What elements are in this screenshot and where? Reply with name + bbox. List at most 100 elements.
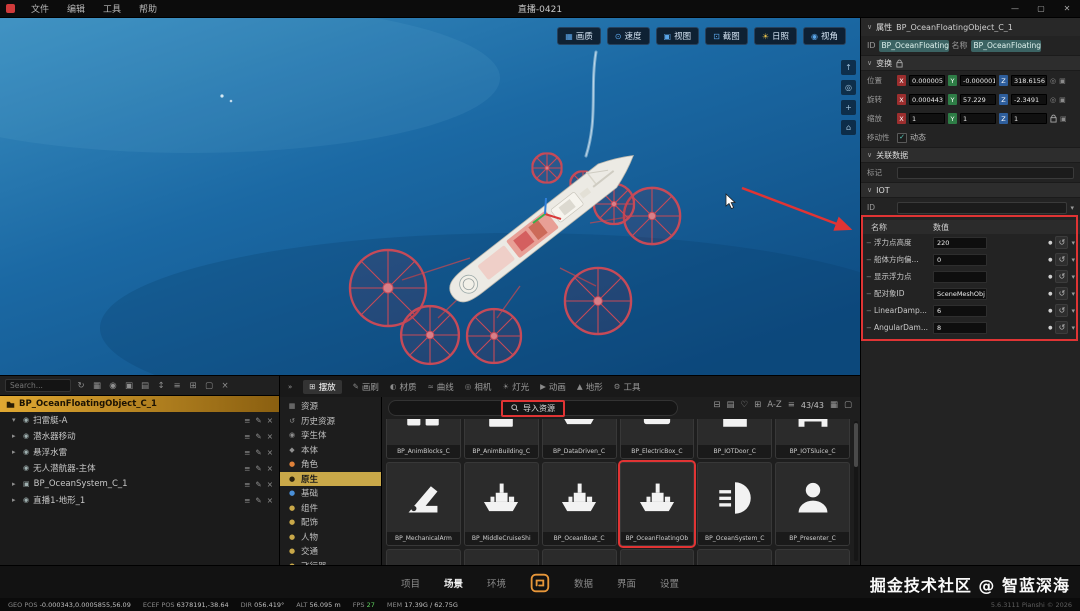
camera-icon[interactable]: ◎	[1050, 96, 1056, 104]
list-item[interactable]: ▸ ◉ 潜水器移动 ≡ ✎ ×	[0, 428, 279, 444]
list-icon[interactable]: ≡	[244, 480, 250, 489]
scrollbar[interactable]	[854, 421, 858, 561]
scale-y-field[interactable]: 1	[960, 113, 996, 124]
speed-button[interactable]: ⊙ 速度	[606, 27, 650, 45]
menu-edit[interactable]: 编辑	[58, 0, 94, 17]
list-item[interactable]: ▸ ▣ BP_OceanSystem_C_1 ≡ ✎ ×	[0, 476, 279, 492]
nav-scene[interactable]: 场景	[444, 576, 463, 590]
tab-terrain[interactable]: ▲ 地形	[577, 381, 603, 393]
sunlight-button[interactable]: ☀ 日照	[753, 27, 797, 45]
favorite-icon[interactable]: ♡	[740, 400, 748, 410]
menu-tools[interactable]: 工具	[94, 0, 130, 17]
asset-card[interactable]	[541, 549, 617, 565]
param-value-field[interactable]: 8	[933, 321, 987, 334]
tab-camera[interactable]: ◎ 相机	[465, 381, 492, 393]
rotation-z-field[interactable]: -2.3491	[1011, 94, 1047, 105]
chevron-down-icon[interactable]: ▾	[1071, 324, 1075, 332]
asset-card[interactable]: BP_OceanSystem_C	[697, 462, 773, 546]
focus-icon[interactable]: +	[841, 100, 856, 115]
edit-icon[interactable]: ✎	[255, 480, 261, 489]
close-icon[interactable]: ✕	[1054, 0, 1080, 18]
caret-right-icon[interactable]: ▸	[12, 448, 19, 456]
rotation-x-field[interactable]: 0.000443	[909, 94, 945, 105]
delete-icon[interactable]: ×	[267, 464, 273, 473]
tab-spline[interactable]: ≈ 曲线	[427, 381, 453, 393]
tab-material[interactable]: ◐ 材质	[390, 381, 417, 393]
asset-card[interactable]	[775, 549, 850, 565]
category-people[interactable]: ● 人物	[280, 530, 381, 545]
refresh-icon[interactable]: ↻	[75, 381, 87, 391]
refresh-icon[interactable]: ↺	[1055, 253, 1069, 266]
trash-icon[interactable]: ⊟	[713, 400, 720, 410]
maximize-icon[interactable]: ▢	[1028, 0, 1054, 18]
category-resources[interactable]: ▦ 资源	[280, 399, 381, 414]
asset-card[interactable]: BP_ElectricBox_C	[619, 419, 695, 459]
caret-right-icon[interactable]: ▸	[12, 496, 19, 504]
collapse-icon[interactable]: ∨	[867, 151, 872, 159]
tag-input[interactable]	[897, 166, 1074, 179]
add-icon[interactable]: ⊞	[187, 381, 199, 391]
category-ontology[interactable]: ◆ 本体	[280, 443, 381, 458]
category-basic[interactable]: ● 基础	[280, 486, 381, 501]
clear-icon[interactable]: ×	[219, 381, 231, 391]
tab-place[interactable]: ⊞ 摆放	[303, 379, 342, 394]
nav-project[interactable]: 项目	[401, 576, 420, 590]
eye-icon[interactable]: ◉	[23, 432, 29, 440]
asset-card[interactable]: BP_MechanicalArm	[386, 462, 461, 546]
param-value-field[interactable]: 220	[933, 236, 987, 249]
menu-icon[interactable]: ≡	[171, 381, 183, 391]
iot-section-header[interactable]: ∨ IOT	[861, 182, 1080, 198]
chevron-down-icon[interactable]: ▾	[1071, 273, 1075, 281]
compass-icon[interactable]: ◎	[841, 80, 856, 95]
properties-header[interactable]: ∨ 属性 BP_OceanFloatingObject_C_1	[861, 18, 1080, 36]
category-components[interactable]: ● 组件	[280, 501, 381, 516]
edit-icon[interactable]: ✎	[255, 496, 261, 505]
copy-icon[interactable]: ▣	[1059, 96, 1066, 104]
param-value-field[interactable]: 6	[933, 304, 987, 317]
tab-animation[interactable]: ▶ 动画	[540, 381, 566, 393]
edit-icon[interactable]: ✎	[255, 464, 261, 473]
app-logo[interactable]	[530, 573, 550, 593]
eye-icon[interactable]: ◉	[23, 464, 29, 472]
asset-card[interactable]: BP_IOTSluice_C	[775, 419, 850, 459]
nav-environment[interactable]: 环境	[487, 576, 506, 590]
home-icon[interactable]: ⌂	[841, 120, 856, 135]
import-resources-label[interactable]: 导入资源	[523, 403, 555, 414]
tab-brush[interactable]: ✎ 画刷	[353, 381, 379, 393]
camera-icon[interactable]: ◎	[1050, 77, 1056, 85]
asset-card[interactable]	[463, 549, 539, 565]
list-icon[interactable]: ≡	[244, 464, 250, 473]
asset-card[interactable]	[386, 549, 461, 565]
quality-button[interactable]: ▦ 画质	[557, 27, 601, 45]
asset-card[interactable]: BP_AnimBuilding_C	[463, 419, 539, 459]
delete-icon[interactable]: ×	[267, 432, 273, 441]
asset-card[interactable]	[619, 549, 695, 565]
up-icon[interactable]: ↑	[841, 60, 856, 75]
delete-icon[interactable]: ×	[267, 496, 273, 505]
asset-card[interactable]: BP_IOTDoor_C	[697, 419, 773, 459]
edit-icon[interactable]: ✎	[255, 432, 261, 441]
category-character[interactable]: ● 角色	[280, 457, 381, 472]
collection-icon[interactable]: ▤	[726, 400, 734, 410]
chevron-down-icon[interactable]: ▾	[1071, 290, 1075, 298]
scale-z-field[interactable]: 1	[1011, 113, 1047, 124]
search-input[interactable]	[5, 379, 71, 392]
asset-card[interactable]	[697, 549, 773, 565]
position-y-field[interactable]: -0.000001	[960, 75, 996, 86]
param-value-field[interactable]: SceneMeshObj	[933, 287, 987, 300]
list-item[interactable]: ▾ ◉ 扫雷艇-A ≡ ✎ ×	[0, 412, 279, 428]
list-icon[interactable]: ≡	[244, 496, 250, 505]
view-grid-icon[interactable]: ▦	[830, 400, 838, 410]
panel-icon[interactable]: ▣	[123, 381, 135, 391]
asset-card[interactable]: BP_AnimBlocks_C	[386, 419, 461, 459]
viewport-scene[interactable]	[0, 18, 860, 375]
view-button[interactable]: ▣ 视图	[655, 27, 700, 45]
delete-icon[interactable]: ×	[267, 416, 273, 425]
filter-icon[interactable]: ≡	[788, 400, 795, 410]
id-field[interactable]: BP_OceanFloatingObj	[878, 39, 949, 52]
list-icon[interactable]: ≡	[244, 416, 250, 425]
eye-icon[interactable]: ◉	[23, 416, 29, 424]
list-item[interactable]: BP_OceanFloatingObject_C_1	[0, 396, 279, 412]
list-icon[interactable]: ≡	[244, 432, 250, 441]
category-traffic[interactable]: ● 交通	[280, 544, 381, 559]
